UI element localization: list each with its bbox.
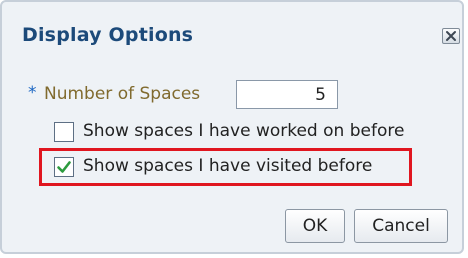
show-worked-on-checkbox[interactable] bbox=[54, 122, 74, 142]
close-icon bbox=[446, 31, 456, 41]
cancel-button[interactable]: Cancel bbox=[354, 209, 448, 243]
dialog-title-bar: Display Options bbox=[2, 2, 462, 64]
display-options-dialog: Display Options * Number of Spaces Show … bbox=[0, 0, 464, 254]
show-visited-label: Show spaces I have visited before bbox=[83, 156, 373, 176]
show-visited-checkbox[interactable] bbox=[54, 157, 74, 177]
dialog-title: Display Options bbox=[22, 24, 194, 46]
number-of-spaces-label: Number of Spaces bbox=[44, 84, 201, 104]
checkmark-icon bbox=[57, 161, 71, 173]
required-marker: * bbox=[28, 83, 37, 103]
show-worked-on-label: Show spaces I have worked on before bbox=[83, 121, 405, 141]
number-of-spaces-input[interactable] bbox=[236, 80, 338, 109]
close-button[interactable] bbox=[442, 28, 460, 44]
ok-button[interactable]: OK bbox=[285, 209, 345, 243]
